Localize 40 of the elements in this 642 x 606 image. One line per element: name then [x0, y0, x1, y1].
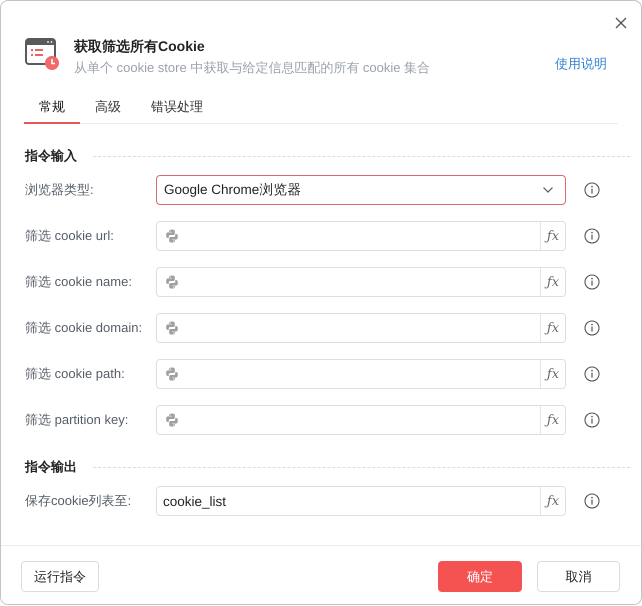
run-button[interactable]: 运行指令 — [21, 561, 99, 592]
info-icon[interactable] — [584, 412, 600, 428]
field-label: 筛选 cookie url: — [25, 227, 115, 245]
dropdown[interactable]: Google Chrome浏览器 — [156, 175, 566, 205]
help-link[interactable]: 使用说明 — [555, 55, 607, 73]
field-label: 浏览器类型: — [25, 181, 95, 199]
python-icon — [165, 275, 179, 289]
info-icon[interactable] — [584, 274, 600, 290]
info-icon[interactable] — [584, 493, 600, 509]
input-field[interactable]: ƒx — [156, 221, 566, 251]
python-icon — [165, 413, 179, 427]
input-field[interactable]: ƒx — [156, 405, 566, 435]
python-icon — [165, 229, 179, 243]
section-title: 指令输入 — [25, 147, 77, 165]
dialog-subtitle: 从单个 cookie store 中获取与给定信息匹配的所有 cookie 集合 — [74, 59, 432, 77]
info-icon[interactable] — [584, 366, 600, 382]
tab[interactable]: 常规 — [24, 98, 80, 124]
input-field[interactable]: ƒx — [156, 267, 566, 297]
cancel-button[interactable]: 取消 — [537, 561, 620, 592]
field-label: 保存cookie列表至: — [25, 492, 132, 510]
input-field[interactable]: ƒx — [156, 313, 566, 343]
info-icon[interactable] — [584, 228, 600, 244]
tab[interactable]: 高级 — [80, 98, 136, 124]
browser-clock-icon — [25, 38, 59, 70]
close-icon[interactable] — [615, 17, 627, 29]
confirm-button[interactable]: 确定 — [438, 561, 522, 592]
field-label: 筛选 cookie path: — [25, 365, 126, 383]
python-icon — [165, 321, 179, 335]
tab[interactable]: 错误处理 — [136, 98, 218, 124]
field-label: 筛选 cookie name: — [25, 273, 133, 291]
section-title: 指令输出 — [25, 458, 77, 476]
dialog-title: 获取筛选所有Cookie — [74, 37, 206, 56]
info-icon[interactable] — [584, 182, 600, 198]
input-field[interactable]: cookie_list ƒx — [156, 486, 566, 516]
input-field[interactable]: ƒx — [156, 359, 566, 389]
info-icon[interactable] — [584, 320, 600, 336]
python-icon — [165, 367, 179, 381]
caret-icon — [543, 187, 553, 193]
field-label: 筛选 partition key: — [25, 411, 130, 429]
field-label: 筛选 cookie domain: — [25, 319, 144, 337]
